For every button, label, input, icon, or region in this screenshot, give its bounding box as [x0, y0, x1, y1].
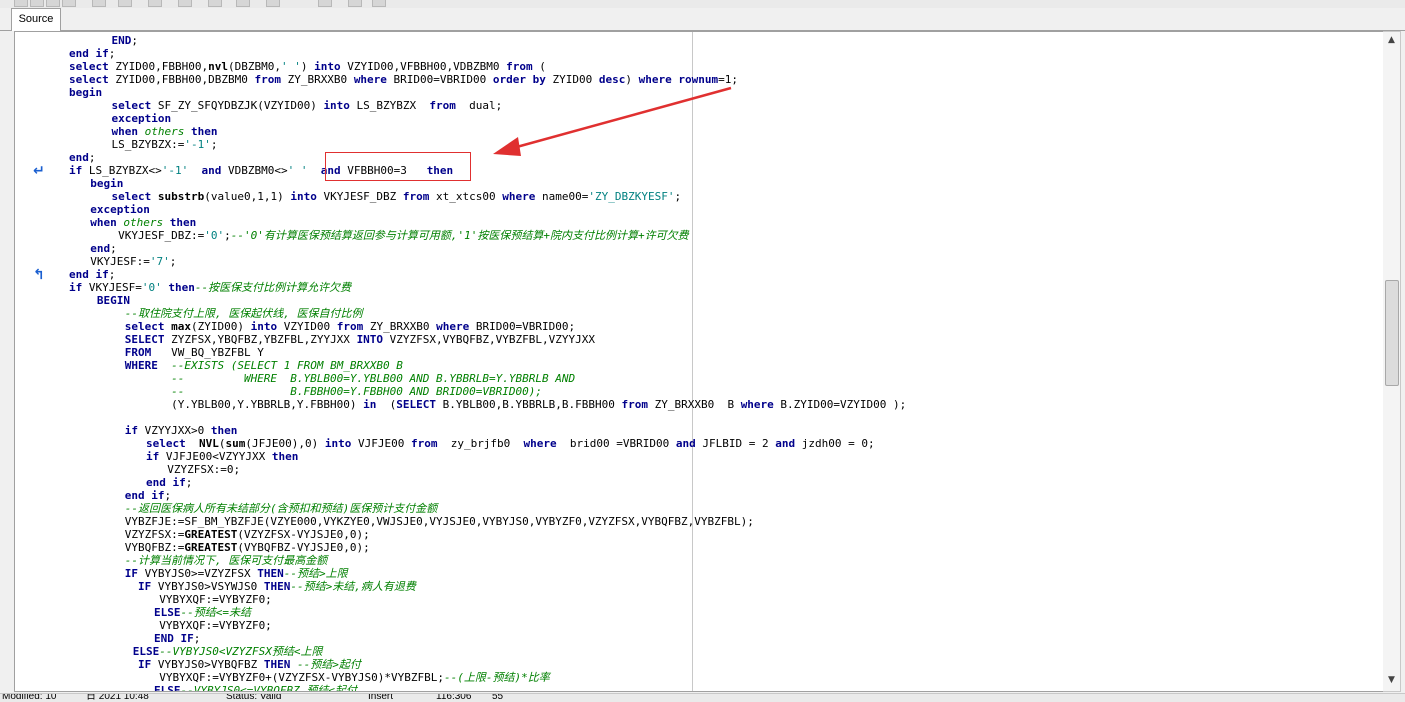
toolbar-button[interactable] [236, 0, 250, 7]
toolbar-button[interactable] [208, 0, 222, 7]
toolbar-button[interactable] [178, 0, 192, 7]
tab-bar: Source [0, 8, 1405, 31]
vertical-scrollbar[interactable]: ▲ ▼ [1383, 31, 1401, 692]
arrow-shaft [512, 86, 732, 150]
scrollbar-thumb[interactable] [1385, 280, 1399, 386]
toolbar-button[interactable] [372, 0, 386, 7]
scroll-down-icon[interactable]: ▼ [1383, 672, 1400, 689]
annotation-arrow [493, 86, 732, 156]
toolbar-button[interactable] [318, 0, 332, 7]
toolbar-button[interactable] [46, 0, 60, 7]
toolbar-button[interactable] [148, 0, 162, 7]
toolbar-button[interactable] [266, 0, 280, 7]
toolbar-button[interactable] [92, 0, 106, 7]
scroll-up-icon[interactable]: ▲ [1383, 32, 1400, 49]
toolbar-button[interactable] [118, 0, 132, 7]
tab-source[interactable]: Source [11, 8, 61, 31]
toolbar-button[interactable] [62, 0, 76, 7]
toolbar-button[interactable] [14, 0, 28, 7]
arrow-head [493, 137, 521, 156]
toolbar-button[interactable] [30, 0, 44, 7]
code-editor[interactable]: ↵ ↰ END; end if; select ZYID00,FBBH00,nvl(… [14, 31, 1384, 692]
toolbar-button[interactable] [348, 0, 362, 7]
